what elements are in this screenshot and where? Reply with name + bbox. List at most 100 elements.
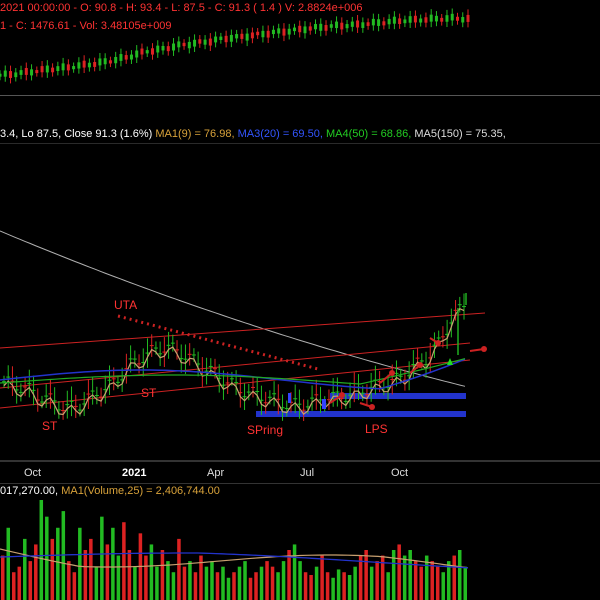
index-candle <box>308 26 312 31</box>
index-candle <box>382 21 386 26</box>
volume-bar <box>210 561 214 600</box>
volume-bar <box>314 566 319 600</box>
volume-bar <box>166 561 170 600</box>
index-candle <box>413 15 417 23</box>
index-candle <box>166 46 170 52</box>
signal-arrow-head <box>435 340 441 346</box>
index-candle <box>366 22 370 26</box>
volume-bar <box>259 566 264 600</box>
volume-bar <box>182 566 187 600</box>
volume-bar <box>292 544 297 600</box>
index-candle <box>450 13 454 21</box>
index-candle <box>403 19 407 24</box>
channel-line-lower <box>0 359 471 409</box>
index-candle <box>61 63 65 71</box>
volume-bar <box>94 566 99 600</box>
index-candle <box>224 35 228 43</box>
x-tick-label: 2021 <box>122 467 146 479</box>
volume-bar <box>12 572 16 600</box>
price-panel-header: 3.4, Lo 87.5, Close 91.3 (1.6%) MA1(9) =… <box>0 126 600 143</box>
index-candle <box>335 21 339 29</box>
index-candle <box>87 62 91 68</box>
index-candle <box>203 39 207 45</box>
index-candle <box>208 38 212 46</box>
x-tick-label: Oct <box>24 467 41 479</box>
volume-bar <box>188 561 192 600</box>
volume-bar <box>276 572 280 600</box>
ma5-readout: MA5(150) = 75.35, <box>414 128 506 140</box>
index-candle <box>219 36 223 40</box>
index-candle <box>314 24 318 30</box>
index-candle <box>140 48 144 55</box>
index-candle <box>424 17 428 23</box>
volume-bar <box>364 550 368 600</box>
index-candle <box>3 70 7 77</box>
volume-bar <box>34 544 38 600</box>
index-candle <box>387 18 391 25</box>
volume-bar <box>1 555 5 600</box>
index-candle <box>182 42 186 47</box>
resistance-dotted-line <box>117 314 319 371</box>
index-candle <box>98 58 102 66</box>
index-candle <box>282 28 286 36</box>
volume-bar <box>78 527 82 600</box>
index-candle <box>135 50 139 58</box>
index-candle <box>429 14 433 22</box>
volume-bar <box>45 516 49 600</box>
volume-bar <box>39 500 44 600</box>
ma1-readout: MA1(9) = 76.98, <box>155 128 235 140</box>
signal-arrow-head <box>339 392 345 398</box>
index-candle <box>156 45 160 53</box>
ohlc-summary: 3.4, Lo 87.5, Close 91.3 (1.6%) <box>0 128 153 140</box>
annotation-uta: UTA <box>114 298 137 312</box>
index-candle <box>82 60 86 68</box>
volume-bar <box>463 566 467 600</box>
volume-bar <box>72 572 77 600</box>
index-candle <box>161 45 165 51</box>
annotation-lps: LPS <box>365 422 388 436</box>
volume-bar <box>369 566 374 600</box>
volume-bar <box>193 572 198 600</box>
index-candle <box>77 62 81 69</box>
index-candle <box>371 18 375 26</box>
index-candle <box>287 28 291 35</box>
volume-bar <box>303 572 308 600</box>
volume-bar <box>325 572 330 600</box>
index-candle <box>51 67 55 73</box>
volume-bar <box>419 566 423 600</box>
index-candle <box>45 65 49 73</box>
index-candle <box>261 30 265 38</box>
index-candle <box>445 15 449 22</box>
index-candle <box>245 33 249 41</box>
x-tick-label: Jul <box>300 467 314 479</box>
volume-bar <box>100 516 104 600</box>
annotation-st: ST <box>141 386 157 400</box>
index-candle <box>377 19 381 26</box>
index-candle <box>24 67 28 75</box>
ma4-readout: MA4(50) = 68.86, <box>325 128 412 140</box>
volume-bar <box>413 561 418 600</box>
volume-bar <box>160 550 165 600</box>
index-candle <box>177 41 181 48</box>
index-candle <box>329 24 333 28</box>
x-tick-label: Apr <box>207 467 224 479</box>
volume-bar <box>353 566 357 600</box>
index-candle <box>124 55 128 60</box>
volume-bar <box>342 572 346 600</box>
index-candle <box>419 18 423 23</box>
index-candle <box>114 56 118 64</box>
volume-bar <box>248 577 253 600</box>
index-candle <box>303 26 307 34</box>
volume-bar <box>331 577 335 600</box>
volume-panel: 017,270.00, MA1(Volume,25) = 2,406,744.0… <box>0 483 600 600</box>
index-overview-chart <box>0 8 470 84</box>
volume-bar <box>111 527 115 600</box>
index-candle <box>35 70 39 74</box>
index-candle <box>298 25 302 33</box>
volume-bar <box>457 550 462 600</box>
volume-bar <box>441 572 445 600</box>
volume-bar <box>243 561 247 600</box>
signal-arrow-head <box>417 362 423 368</box>
index-candle <box>119 54 123 61</box>
ma5-line <box>0 230 466 387</box>
